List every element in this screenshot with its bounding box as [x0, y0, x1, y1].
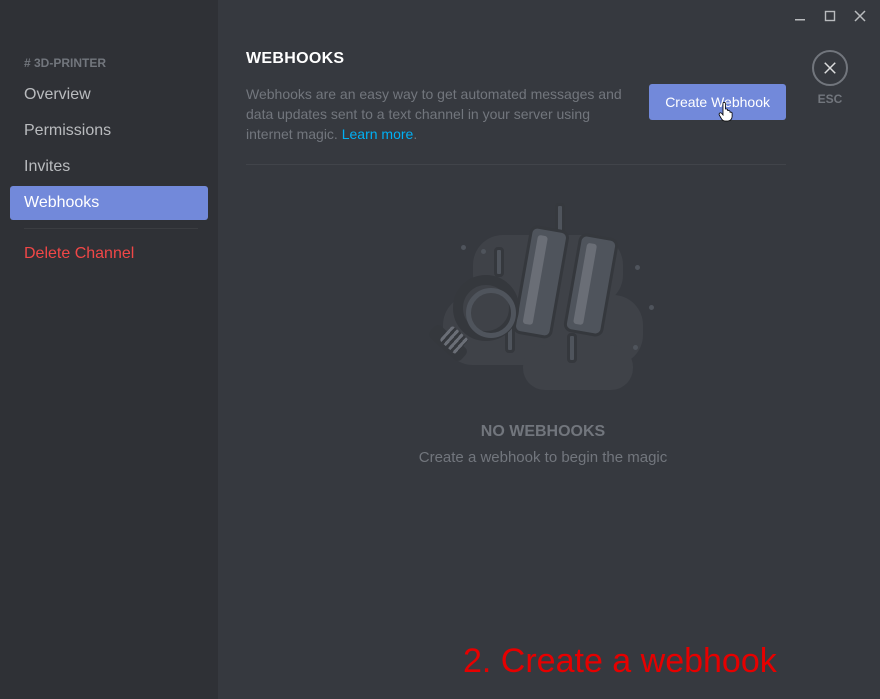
content-area: ESC WEBHOOKS Webhooks are an easy way to… — [218, 0, 880, 699]
annotation-overlay: 2. Create a webhook — [463, 642, 777, 681]
create-webhook-label: Create Webhook — [665, 94, 770, 110]
settings-sidebar: # 3D-PRINTER Overview Permissions Invite… — [0, 0, 218, 699]
sidebar-item-label: Overview — [24, 86, 91, 103]
window-close-icon[interactable] — [852, 8, 868, 24]
window-titlebar — [792, 0, 880, 30]
empty-state: NO WEBHOOKS Create a webhook to begin th… — [246, 205, 840, 466]
learn-more-link[interactable]: Learn more — [342, 126, 414, 142]
sidebar-item-label: Delete Channel — [24, 245, 134, 262]
empty-illustration — [413, 205, 673, 405]
sidebar-channel-header: # 3D-PRINTER — [10, 50, 208, 76]
empty-subtitle: Create a webhook to begin the magic — [246, 449, 840, 466]
esc-label: ESC — [812, 92, 848, 106]
empty-title: NO WEBHOOKS — [246, 423, 840, 441]
maximize-icon[interactable] — [822, 8, 838, 24]
sidebar-item-label: Permissions — [24, 122, 111, 139]
intro-period: . — [413, 126, 417, 142]
sidebar-item-label: Webhooks — [24, 194, 99, 211]
create-webhook-button[interactable]: Create Webhook — [649, 84, 786, 120]
sidebar-item-overview[interactable]: Overview — [10, 78, 208, 112]
intro-description: Webhooks are an easy way to get automate… — [246, 86, 622, 142]
page-title: WEBHOOKS — [246, 50, 840, 68]
sidebar-item-webhooks[interactable]: Webhooks — [10, 186, 208, 220]
magnifier-icon — [453, 275, 519, 341]
minimize-icon[interactable] — [792, 8, 808, 24]
sidebar-item-delete-channel[interactable]: Delete Channel — [10, 237, 208, 271]
intro-text: Webhooks are an easy way to get automate… — [246, 84, 629, 144]
sidebar-item-invites[interactable]: Invites — [10, 150, 208, 184]
close-settings-area: ESC — [812, 50, 848, 106]
close-settings-button[interactable] — [812, 50, 848, 86]
sidebar-divider — [24, 228, 198, 229]
intro-row: Webhooks are an easy way to get automate… — [246, 84, 786, 165]
sidebar-item-label: Invites — [24, 158, 70, 175]
sidebar-item-permissions[interactable]: Permissions — [10, 114, 208, 148]
